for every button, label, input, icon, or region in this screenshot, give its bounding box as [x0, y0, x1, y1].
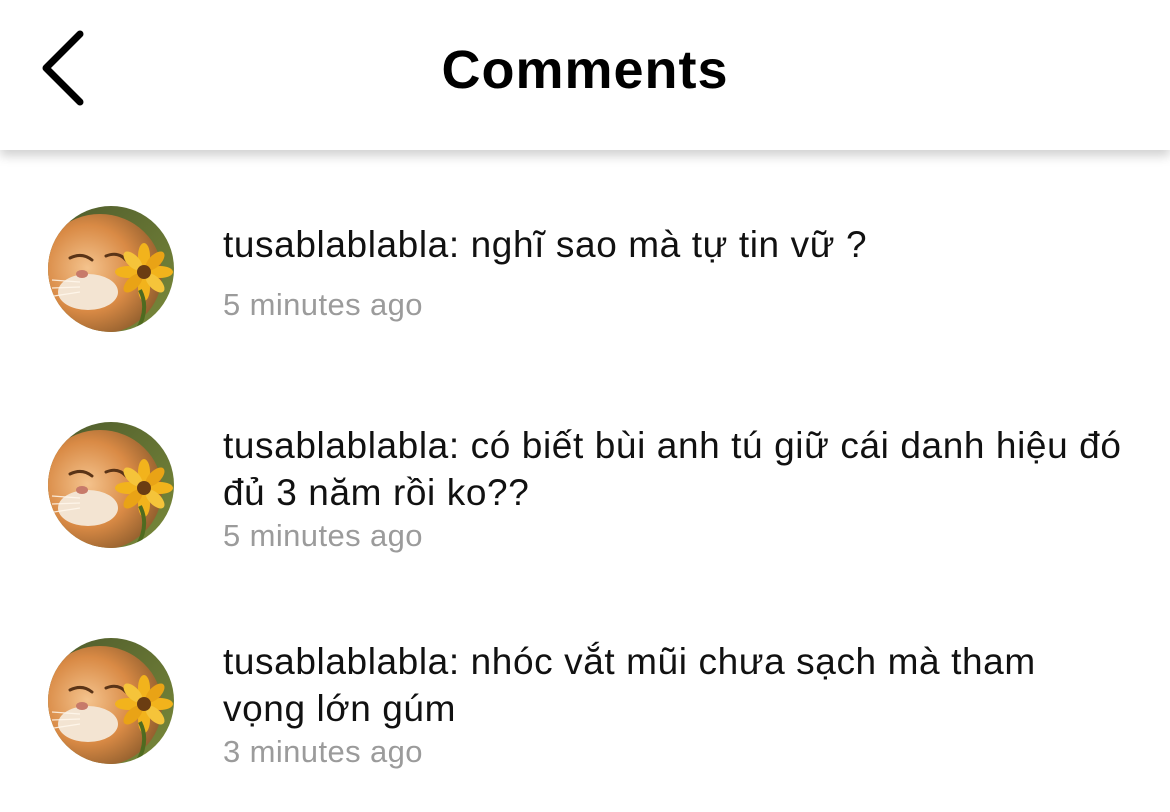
avatar[interactable]	[48, 422, 174, 548]
comments-screen: Comments tusablablabla: nghĩ sao mà tự t…	[0, 0, 1170, 812]
comment-body: tusablablabla: có biết bùi anh tú giữ cá…	[223, 422, 1123, 556]
comment-text: tusablablabla: có biết bùi anh tú giữ cá…	[223, 425, 1122, 513]
comment-body: tusablablabla: nhóc vắt mũi chưa sạch mà…	[223, 638, 1123, 772]
header-bar: Comments	[0, 0, 1170, 150]
comments-list[interactable]: tusablablabla: nghĩ sao mà tự tin vữ ? 5…	[0, 150, 1170, 812]
avatar[interactable]	[48, 206, 174, 332]
comment-timestamp: 5 minutes ago	[223, 287, 423, 322]
cat-with-flower-avatar-icon	[48, 206, 174, 332]
comment-timestamp: 3 minutes ago	[223, 734, 423, 769]
comment-timestamp: 5 minutes ago	[223, 518, 423, 553]
cat-with-flower-avatar-icon	[48, 422, 174, 548]
avatar[interactable]	[48, 638, 174, 764]
comment-body: tusablablabla: nghĩ sao mà tự tin vữ ? 5…	[223, 221, 1123, 325]
cat-with-flower-avatar-icon	[48, 638, 174, 764]
comment-text: tusablablabla: nhóc vắt mũi chưa sạch mà…	[223, 641, 1036, 729]
comment-text: tusablablabla: nghĩ sao mà tự tin vữ ?	[223, 224, 868, 265]
page-title: Comments	[441, 40, 729, 100]
